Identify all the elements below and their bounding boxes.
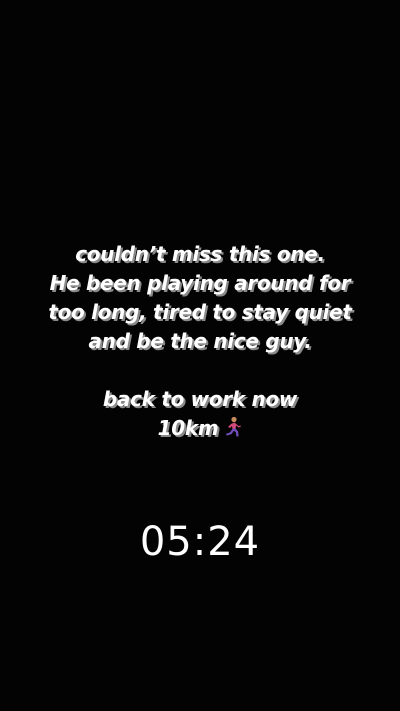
story-caption: couldn’t miss this one. He been playing … (0, 240, 400, 443)
distance-text: 10km (157, 416, 219, 440)
story-canvas: couldn’t miss this one. He been playing … (0, 0, 400, 711)
caption-line: too long, tired to stay quiet (48, 300, 352, 324)
caption-line: He been playing around for (49, 271, 351, 295)
caption-line: and be the nice guy. (88, 329, 312, 353)
caption-line: back to work now (102, 387, 298, 411)
caption-line: couldn’t miss this one. (75, 242, 325, 266)
caption-line-distance: 10km (0, 414, 400, 443)
person-running-icon (226, 416, 242, 437)
caption-gap (0, 356, 400, 385)
timer-display: 05:24 (139, 519, 261, 565)
